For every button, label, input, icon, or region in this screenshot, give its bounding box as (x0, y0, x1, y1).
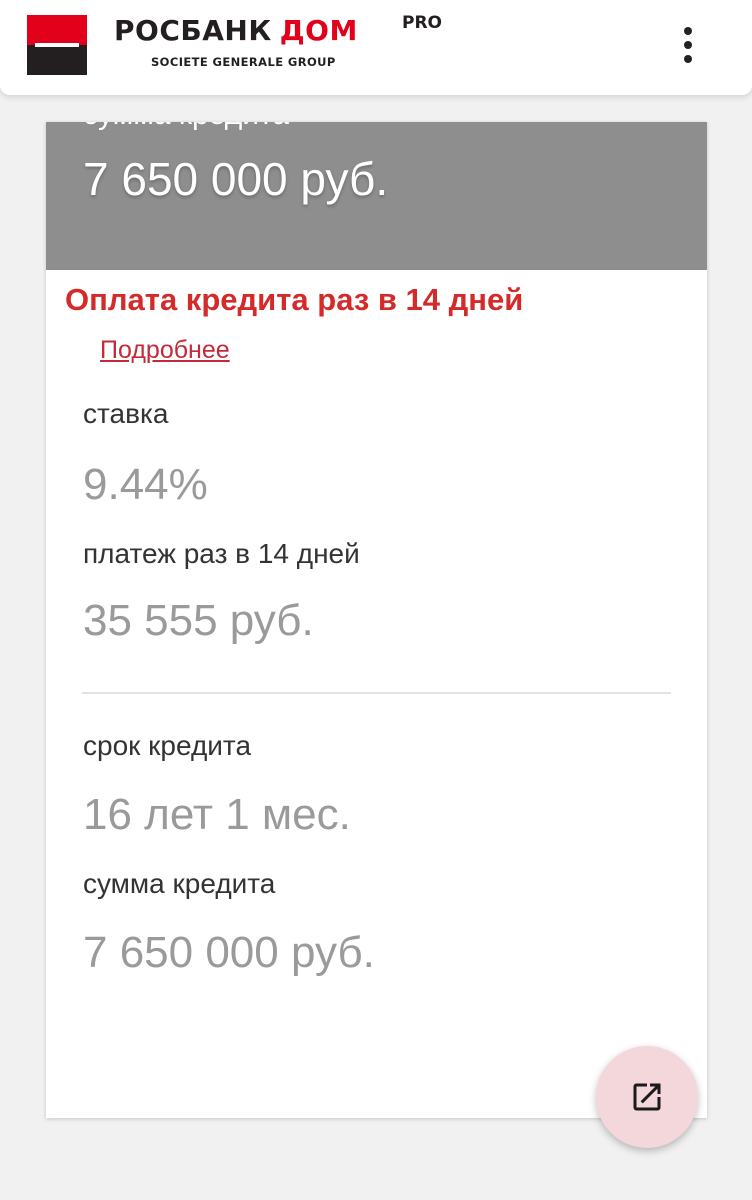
brand-name: РОСБАНК ДОМ (114, 14, 358, 47)
rate-label: ставка (83, 398, 169, 429)
loan-summary-banner: сумма кредита 7 650 000 руб. (46, 122, 707, 270)
more-vertical-icon[interactable] (668, 22, 708, 68)
section-divider (82, 692, 671, 694)
app-screen: РОСБАНКДОМ PRO SOCIETE GENERALE GROUP су… (0, 0, 752, 1200)
brand-accent-text: ДОМ (279, 14, 358, 47)
amount-label: сумма кредита (83, 868, 276, 899)
payment-label: платеж раз в 14 дней (83, 538, 360, 569)
payment-frequency-notice: Оплата кредита раз в 14 дней (65, 282, 524, 317)
open-in-new-icon (633, 1083, 661, 1111)
banner-label: сумма кредита (83, 122, 289, 132)
brand-main-text: РОСБАНК (114, 14, 272, 47)
term-label: срок кредита (83, 730, 252, 761)
amount-value: 7 650 000 руб. (83, 928, 375, 977)
rosbank-logo-icon (27, 15, 87, 75)
loan-result-card: сумма кредита 7 650 000 руб. Оплата кред… (46, 122, 707, 1118)
rate-value: 9.44% (83, 460, 208, 509)
app-header: РОСБАНК ДОМ PRO SOCIETE GENERALE GROUP (0, 0, 752, 95)
brand-pro-text: PRO (402, 13, 443, 33)
banner-loan-amount: 7 650 000 руб. (83, 153, 389, 205)
payment-value: 35 555 руб. (83, 596, 314, 645)
more-details-link[interactable]: Подробнее (100, 336, 230, 365)
term-value: 16 лет 1 мес. (83, 790, 351, 839)
open-in-new-button[interactable] (596, 1046, 698, 1148)
brand-subtitle: SOCIETE GENERALE GROUP (151, 55, 336, 69)
